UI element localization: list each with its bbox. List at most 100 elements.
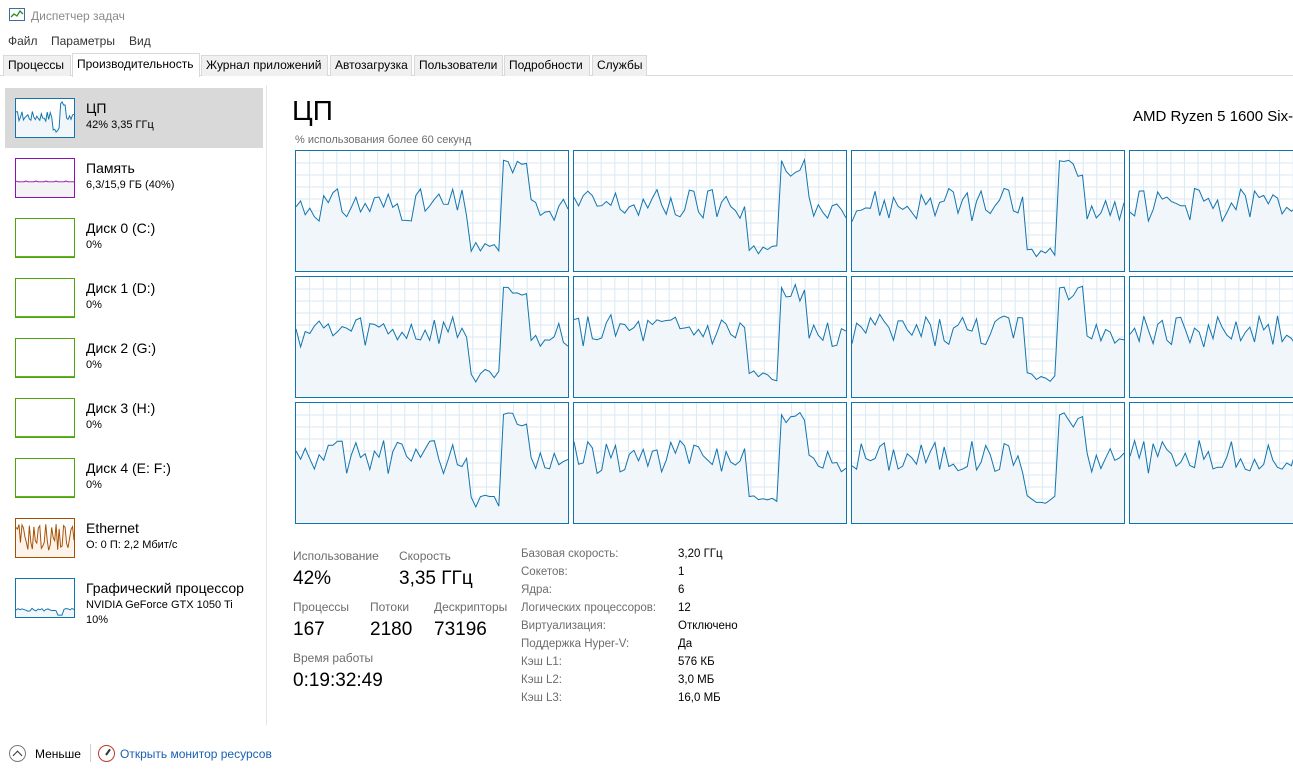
property-label: Поддержка Hyper-V: (521, 638, 630, 650)
property-value: 6 (678, 584, 685, 596)
logical-processor-graph (851, 402, 1125, 524)
fewer-details-button[interactable]: Меньше (35, 747, 81, 761)
sidebar-item-4[interactable]: Диск 2 (G:) 0% (5, 328, 263, 388)
sidebar-item-detail: 0% (86, 239, 102, 251)
property-label: Кэш L1: (521, 656, 562, 668)
disk-graph-icon (15, 338, 75, 378)
sidebar-item-usage: 10% (86, 614, 109, 626)
sidebar-item-5[interactable]: Диск 3 (H:) 0% (5, 388, 263, 448)
chevron-up-icon[interactable] (9, 745, 26, 762)
logical-processor-graph (573, 276, 847, 398)
property-value: 16,0 МБ (678, 692, 721, 704)
logical-processor-graph (1129, 402, 1293, 524)
property-label: Виртуализация: (521, 620, 606, 632)
cpu-panel: ЦП AMD Ryzen 5 1600 Six- % использования… (267, 85, 1293, 725)
sidebar-item-detail: 0% (86, 479, 102, 491)
threads-value: 2180 (370, 619, 413, 640)
footer: Меньше Открыть монитор ресурсов (0, 732, 1293, 779)
menu-options[interactable]: Параметры (51, 34, 115, 48)
open-resource-monitor-link[interactable]: Открыть монитор ресурсов (120, 747, 272, 761)
property-label: Ядра: (521, 584, 553, 596)
sidebar-item-detail: 0% (86, 299, 102, 311)
disk-graph-icon (15, 398, 75, 438)
property-label: Кэш L2: (521, 674, 562, 686)
sidebar-item-title: Графический процессор (86, 580, 244, 596)
tab-app-history[interactable]: Журнал приложений (201, 55, 328, 76)
usage-value: 42% (293, 568, 332, 589)
sidebar-item-detail: 0% (86, 359, 102, 371)
sidebar-item-title: Память (86, 160, 135, 176)
menu-file[interactable]: Файл (8, 34, 38, 48)
logical-processor-graph (295, 276, 569, 398)
threads-label: Потоки (370, 600, 410, 614)
sidebar-item-title: Диск 1 (D:) (86, 280, 156, 296)
logical-processor-graph (295, 150, 569, 272)
uptime-value: 0:19:32:49 (293, 670, 383, 691)
sidebar-item-detail: 0% (86, 419, 102, 431)
sidebar-item-7[interactable]: Ethernet О: 0 П: 2,2 Мбит/с (5, 508, 263, 568)
tab-bar: Процессы Производительность Журнал прило… (0, 53, 1293, 77)
property-value: 3,20 ГГц (678, 548, 723, 560)
tab-performance[interactable]: Производительность (72, 53, 200, 77)
task-manager-icon (9, 8, 25, 21)
resource-monitor-icon (98, 745, 115, 762)
logical-processor-graph (573, 402, 847, 524)
property-value: Да (678, 638, 693, 650)
sidebar-item-2[interactable]: Диск 0 (C:) 0% (5, 208, 263, 268)
logical-processor-graph (1129, 150, 1293, 272)
logical-processor-graph (1129, 276, 1293, 398)
footer-divider (90, 744, 91, 762)
property-label: Сокетов: (521, 566, 568, 578)
disk-graph-icon (15, 458, 75, 498)
graph-caption: % использования более 60 секунд (295, 134, 472, 146)
gpu-graph-icon (15, 578, 75, 618)
logical-processor-graph (295, 402, 569, 524)
cpu-graph-icon (15, 98, 75, 138)
property-value: 3,0 МБ (678, 674, 715, 686)
memory-graph-icon (15, 158, 75, 198)
sidebar-item-title: Диск 2 (G:) (86, 340, 157, 356)
page-title: ЦП (292, 95, 333, 126)
title-bar: Диспетчер задач (0, 0, 1293, 32)
menu-view[interactable]: Вид (129, 34, 151, 48)
tab-users[interactable]: Пользователи (414, 55, 503, 76)
sidebar-item-detail: 6,3/15,9 ГБ (40%) (86, 179, 175, 191)
sidebar-item-title: Диск 4 (E: F:) (86, 460, 171, 476)
sidebar-item-0[interactable]: ЦП 42% 3,35 ГГц (5, 88, 263, 148)
tab-details[interactable]: Подробности (504, 55, 590, 76)
tab-processes[interactable]: Процессы (3, 55, 71, 76)
processes-label: Процессы (293, 600, 350, 614)
sidebar-item-8[interactable]: Графический процессор NVIDIA GeForce GTX … (5, 568, 263, 628)
speed-value: 3,35 ГГц (399, 568, 473, 589)
logical-processor-graph (851, 150, 1125, 272)
logical-processor-graph (573, 150, 847, 272)
property-value: Отключено (678, 620, 738, 632)
handles-label: Дескрипторы (434, 600, 508, 614)
tab-services[interactable]: Службы (592, 55, 647, 76)
property-label: Кэш L3: (521, 692, 562, 704)
property-value: 12 (678, 602, 691, 614)
cpu-model-name: AMD Ryzen 5 1600 Six- (1133, 108, 1293, 125)
logical-processor-graph (851, 276, 1125, 398)
uptime-label: Время работы (293, 651, 374, 665)
handles-value: 73196 (434, 619, 487, 640)
sidebar-item-title: Диск 0 (C:) (86, 220, 156, 236)
disk-graph-icon (15, 278, 75, 318)
window-title: Диспетчер задач (31, 9, 125, 23)
sidebar-item-6[interactable]: Диск 4 (E: F:) 0% (5, 448, 263, 508)
sidebar-item-detail: 42% 3,35 ГГц (86, 119, 154, 131)
sidebar-item-detail: NVIDIA GeForce GTX 1050 Ti (86, 599, 233, 611)
sidebar-item-detail: О: 0 П: 2,2 Мбит/с (86, 539, 178, 551)
speed-label: Скорость (399, 549, 451, 563)
sidebar-item-title: Диск 3 (H:) (86, 400, 156, 416)
usage-label: Использование (293, 549, 379, 563)
sidebar-item-1[interactable]: Память 6,3/15,9 ГБ (40%) (5, 148, 263, 208)
sidebar-item-title: ЦП (86, 100, 107, 116)
resource-sidebar: ЦП 42% 3,35 ГГц Память 6,3/15,9 ГБ (40%) Дис… (0, 85, 267, 725)
sidebar-item-title: Ethernet (86, 520, 139, 536)
property-label: Логических процессоров: (521, 602, 657, 614)
property-value: 576 КБ (678, 656, 715, 668)
sidebar-item-3[interactable]: Диск 1 (D:) 0% (5, 268, 263, 328)
tab-startup[interactable]: Автозагрузка (330, 55, 412, 76)
processes-value: 167 (293, 619, 325, 640)
